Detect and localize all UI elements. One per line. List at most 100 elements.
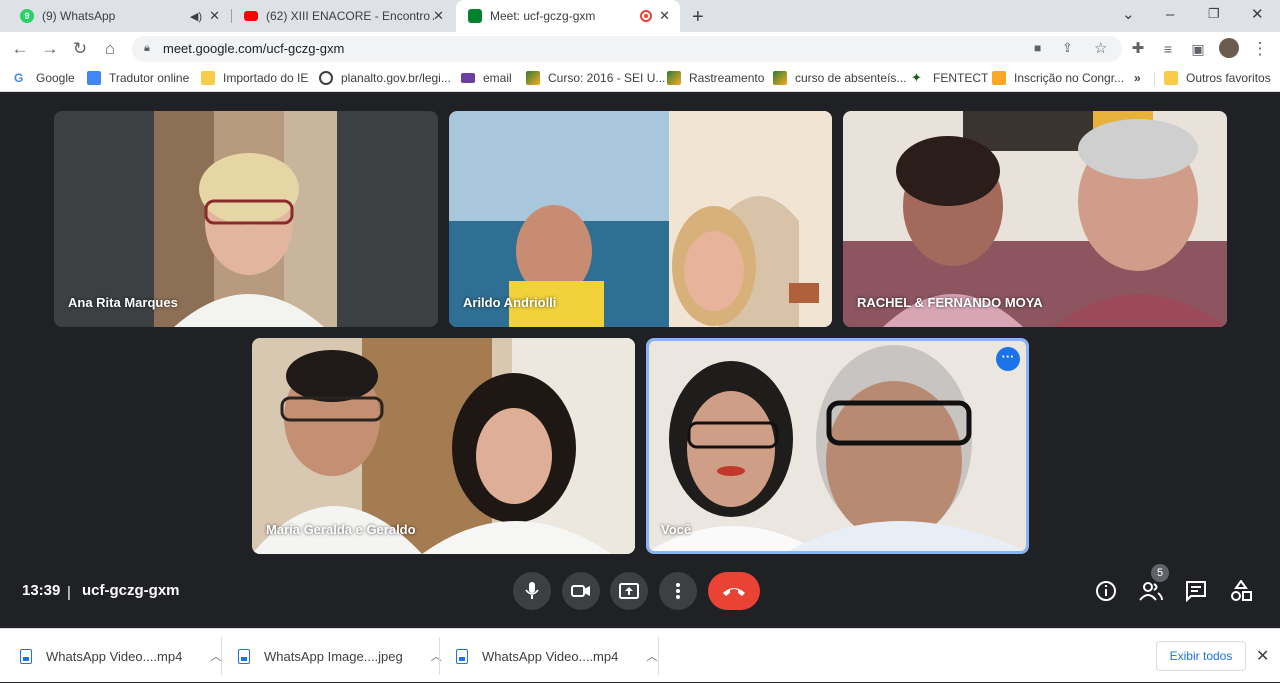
camera-button[interactable] bbox=[562, 572, 600, 610]
close-tab-icon[interactable]: ✕ bbox=[659, 8, 670, 24]
tab-title: (9) WhatsApp bbox=[42, 9, 116, 23]
minimize-button[interactable]: – bbox=[1166, 6, 1174, 23]
camera-icon[interactable]: ■ bbox=[1034, 41, 1041, 55]
download-filename: WhatsApp Video....mp4 bbox=[46, 648, 183, 664]
leave-call-button[interactable] bbox=[708, 572, 760, 610]
url-text: meet.google.com/ucf-gczg-gxm bbox=[163, 41, 345, 56]
fentect-icon: ✦ bbox=[911, 70, 922, 85]
avatar[interactable] bbox=[1219, 38, 1239, 58]
activities-button[interactable] bbox=[1228, 578, 1254, 604]
recording-icon bbox=[640, 10, 652, 22]
present-screen-button[interactable] bbox=[610, 572, 648, 610]
meeting-details-button[interactable] bbox=[1093, 578, 1119, 604]
bookmark-item[interactable]: Tradutor online bbox=[87, 71, 189, 85]
bookmark-label: FENTECT bbox=[933, 71, 989, 85]
divider bbox=[658, 637, 659, 675]
kebab-menu-icon[interactable]: ⋮ bbox=[1250, 39, 1270, 59]
download-item[interactable]: WhatsApp Video....mp4 ︿ bbox=[20, 629, 221, 683]
sei-icon bbox=[773, 71, 787, 85]
sei-icon bbox=[667, 71, 681, 85]
camera-icon bbox=[571, 585, 590, 597]
forward-icon[interactable]: → bbox=[40, 39, 60, 59]
divider bbox=[439, 637, 440, 675]
bookmark-item[interactable]: ✦ FENTECT bbox=[911, 70, 989, 86]
media-icon[interactable]: ≡ bbox=[1158, 39, 1178, 59]
download-item[interactable]: WhatsApp Image....jpeg ︿ bbox=[238, 629, 442, 683]
chevron-up-icon[interactable]: ︿ bbox=[431, 648, 442, 664]
bookmark-item[interactable]: Inscrição no Congr... bbox=[992, 71, 1124, 85]
hang-up-icon bbox=[723, 588, 745, 596]
participant-tile[interactable]: Maria Geralda e Geraldo bbox=[252, 338, 635, 554]
download-filename: WhatsApp Video....mp4 bbox=[482, 648, 619, 664]
bookmark-item[interactable]: Rastreamento bbox=[667, 71, 764, 85]
bookmark-item[interactable]: email bbox=[461, 71, 512, 85]
bookmark-item[interactable]: Curso: 2016 - SEI U... bbox=[526, 71, 665, 85]
participant-name: RACHEL & FERNANDO MOYA bbox=[857, 295, 1043, 310]
speaker-icon[interactable]: ◀) bbox=[190, 10, 202, 23]
reload-icon[interactable]: ↻ bbox=[70, 39, 90, 59]
tab-whatsapp[interactable]: 9 (9) WhatsApp ◀) ✕ bbox=[0, 0, 230, 32]
downloads-shelf: WhatsApp Video....mp4 ︿ WhatsApp Image..… bbox=[0, 628, 1280, 682]
folder-icon bbox=[201, 71, 215, 85]
participant-count-badge: 5 bbox=[1151, 564, 1169, 582]
translate-icon bbox=[87, 71, 101, 85]
bookmarks-bar: G Google Tradutor online Importado do IE … bbox=[0, 66, 1280, 92]
divider: | bbox=[67, 584, 71, 601]
side-panel-icon[interactable]: ▣ bbox=[1188, 39, 1208, 59]
participant-tile[interactable]: Ana Rita Marques bbox=[54, 111, 438, 327]
extensions-icon[interactable]: ✚ bbox=[1128, 39, 1148, 59]
participant-tile-self[interactable]: ··· Você bbox=[646, 338, 1029, 554]
lock-icon[interactable]: 🔒︎ bbox=[144, 42, 150, 55]
address-bar[interactable]: 🔒︎ meet.google.com/ucf-gczg-gxm ■ ⇪ ☆ bbox=[132, 36, 1122, 62]
file-icon bbox=[456, 648, 468, 664]
close-window-button[interactable]: ✕ bbox=[1251, 5, 1264, 23]
form-icon bbox=[992, 71, 1006, 85]
participant-name: Maria Geralda e Geraldo bbox=[266, 522, 416, 537]
chevron-up-icon[interactable]: ︿ bbox=[646, 648, 657, 664]
close-tab-icon[interactable]: ✕ bbox=[209, 8, 220, 24]
bookmark-label: curso de absenteís... bbox=[795, 71, 907, 85]
tab-youtube[interactable]: (62) XIII ENACORE - Encontro An ✕ bbox=[232, 0, 454, 32]
whatsapp-icon: 9 bbox=[20, 9, 34, 23]
tab-search-button[interactable]: ⌄ bbox=[1122, 5, 1135, 23]
other-bookmarks-folder[interactable]: Outros favoritos bbox=[1164, 71, 1271, 85]
video-feed bbox=[649, 341, 1026, 551]
tab-title: (62) XIII ENACORE - Encontro An bbox=[266, 9, 434, 23]
bookmarks-overflow-button[interactable]: » bbox=[1134, 71, 1141, 85]
chat-button[interactable] bbox=[1183, 578, 1209, 604]
participant-tile[interactable]: RACHEL & FERNANDO MOYA bbox=[843, 111, 1227, 327]
bookmark-label: Tradutor online bbox=[109, 71, 190, 85]
microphone-button[interactable] bbox=[513, 572, 551, 610]
bookmark-label: Outros favoritos bbox=[1186, 71, 1271, 85]
tab-meet[interactable]: Meet: ucf-gczg-gxm ✕ bbox=[456, 0, 680, 32]
kebab-menu-icon bbox=[676, 583, 680, 599]
people-icon bbox=[1139, 582, 1163, 601]
new-tab-button[interactable]: + bbox=[692, 6, 704, 29]
browser-toolbar: ← → ↻ ⌂ 🔒︎ meet.google.com/ucf-gczg-gxm … bbox=[0, 32, 1280, 66]
close-shelf-icon[interactable]: ✕ bbox=[1256, 646, 1269, 666]
home-icon[interactable]: ⌂ bbox=[100, 39, 120, 59]
participant-tile[interactable]: Arildo Andriolli bbox=[449, 111, 832, 327]
bookmark-item[interactable]: planalto.gov.br/legi... bbox=[319, 71, 451, 85]
bookmark-item[interactable]: G Google bbox=[14, 71, 75, 85]
show-all-downloads-button[interactable]: Exibir todos bbox=[1156, 641, 1246, 671]
back-icon[interactable]: ← bbox=[10, 39, 30, 59]
bookmark-item[interactable]: Importado do IE bbox=[201, 71, 308, 85]
sei-icon bbox=[526, 71, 540, 85]
close-tab-icon[interactable]: ✕ bbox=[433, 8, 444, 24]
more-options-icon[interactable]: ··· bbox=[996, 347, 1020, 371]
bookmark-label: planalto.gov.br/legi... bbox=[341, 71, 451, 85]
bookmark-label: Importado do IE bbox=[223, 71, 309, 85]
activities-icon bbox=[1231, 580, 1252, 601]
microphone-icon bbox=[525, 582, 539, 599]
bookmark-label: Google bbox=[36, 71, 75, 85]
share-icon[interactable]: ⇪ bbox=[1062, 40, 1073, 56]
bookmark-item[interactable]: curso de absenteís... bbox=[773, 71, 906, 85]
restore-button[interactable]: ❐ bbox=[1208, 6, 1220, 22]
more-options-button[interactable] bbox=[659, 572, 697, 610]
tab-title: Meet: ucf-gczg-gxm bbox=[490, 9, 596, 23]
info-icon bbox=[1096, 581, 1116, 601]
download-item[interactable]: WhatsApp Video....mp4 ︿ bbox=[456, 629, 657, 683]
chevron-up-icon[interactable]: ︿ bbox=[210, 648, 221, 664]
bookmark-star-icon[interactable]: ☆ bbox=[1094, 39, 1107, 57]
